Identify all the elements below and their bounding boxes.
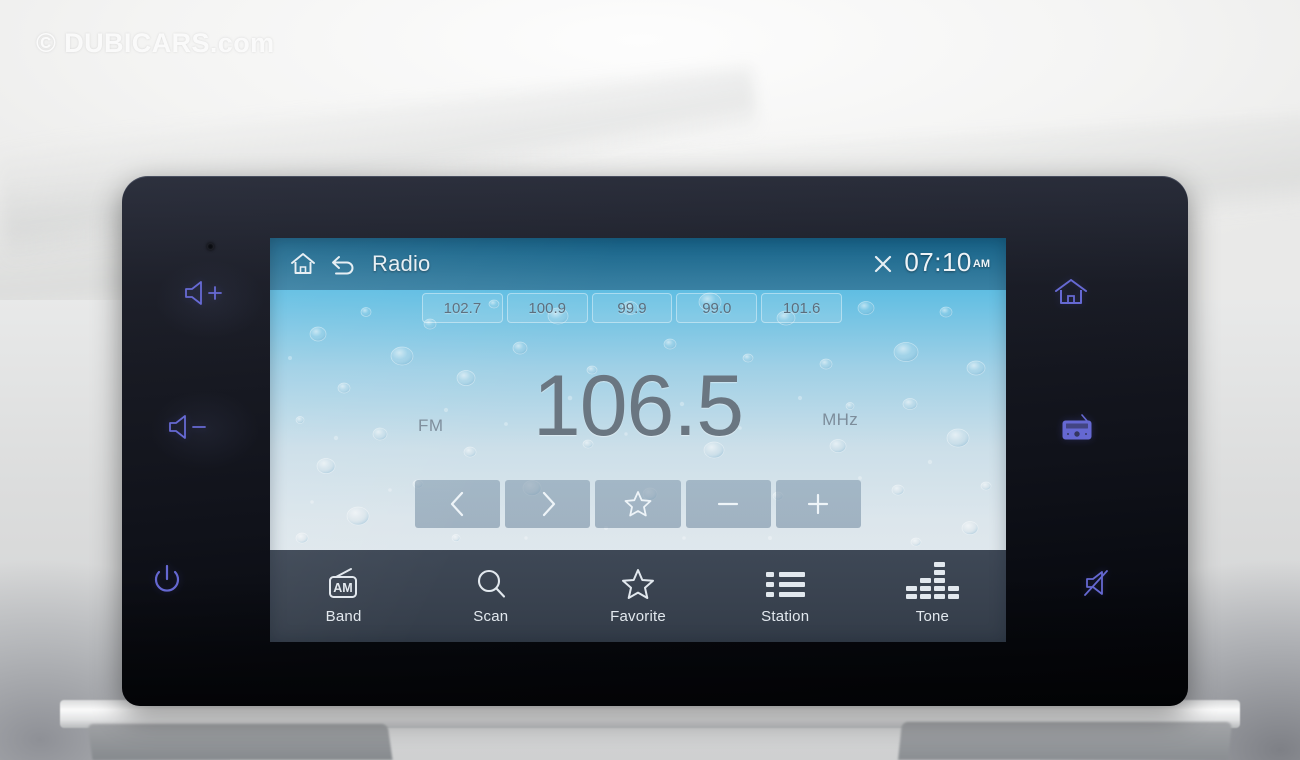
nav-item-favorite[interactable]: Favorite — [564, 550, 711, 642]
equalizer-column — [947, 586, 959, 599]
radio-band-am-icon: AM — [328, 568, 357, 598]
home-hardware-button[interactable] — [1052, 276, 1090, 313]
list-icon-row — [765, 591, 805, 597]
minus-icon — [718, 502, 739, 506]
list-icon-row — [765, 581, 805, 587]
equalizer-column — [919, 578, 931, 599]
home-icon — [291, 253, 315, 274]
frequency-display: FM 106.5 MHz — [270, 348, 1006, 463]
chevron-left-icon — [450, 491, 463, 517]
chevron-right-icon — [542, 491, 555, 517]
titlebar-back-button[interactable] — [326, 247, 360, 281]
search-icon — [477, 569, 505, 598]
list-icon-row — [765, 571, 805, 577]
list-icon-wrap — [765, 567, 805, 601]
star-icon-wrap — [621, 567, 655, 601]
mute-button[interactable] — [1083, 568, 1119, 603]
preset-button-3[interactable]: 99.9 — [591, 293, 673, 323]
home-icon — [1055, 279, 1087, 304]
tune-up-button[interactable] — [775, 480, 862, 528]
volume-up-button[interactable] — [182, 278, 228, 313]
tuner-control-row — [415, 480, 862, 528]
volume-down-icon — [169, 415, 206, 439]
equalizer-column — [905, 586, 917, 599]
nav-label-band: Band — [325, 608, 362, 625]
frequency-unit-label: MHz — [822, 410, 858, 429]
clock-time: 07:10 — [904, 247, 972, 277]
nav-item-tone[interactable]: Tone — [859, 550, 1006, 642]
star-icon — [622, 569, 654, 599]
nav-label-favorite: Favorite — [610, 608, 666, 625]
preset-station-row: 102.7 100.9 99.9 99.0 101.6 — [422, 293, 842, 323]
screen-title-bar: Radio 07:10 AM — [270, 238, 1006, 290]
previous-station-button[interactable] — [415, 480, 501, 528]
star-icon — [624, 491, 652, 517]
clock-meridiem: AM — [972, 258, 990, 270]
list-icon — [765, 571, 805, 597]
preset-button-5[interactable]: 101.6 — [761, 293, 842, 323]
band-label: FM — [418, 416, 444, 435]
page-title: Radio — [372, 251, 431, 276]
volume-down-button[interactable] — [166, 412, 212, 447]
power-icon — [154, 564, 180, 592]
nav-item-scan[interactable]: Scan — [417, 550, 564, 642]
preset-button-2[interactable]: 100.9 — [506, 293, 588, 323]
dashboard-right-panel — [898, 722, 1232, 760]
plus-icon — [808, 493, 829, 515]
equalizer-icon — [905, 562, 959, 599]
light-sensor-dot — [207, 243, 214, 250]
nav-label-tone: Tone — [915, 608, 950, 625]
nav-item-station[interactable]: Station — [712, 550, 859, 642]
radio-band-am-icon-wrap: AM — [324, 567, 364, 601]
preset-button-1[interactable]: 102.7 — [422, 293, 503, 323]
close-x-icon — [875, 255, 892, 273]
nav-label-scan: Scan — [473, 608, 509, 625]
titlebar-right-group: 07:10 AM — [866, 247, 990, 281]
preset-button-4[interactable]: 99.0 — [676, 293, 758, 323]
back-arrow-icon — [332, 256, 354, 275]
add-favorite-button[interactable] — [595, 480, 681, 528]
car-interior-scene: © DUBICARS.com Radio 07:10 AM 102.7 100.… — [0, 0, 1300, 760]
next-station-button[interactable] — [505, 480, 591, 528]
nav-label-station: Station — [761, 608, 810, 625]
watermark-dubicars: © DUBICARS.com — [36, 28, 275, 58]
dashboard-left-panel — [87, 724, 393, 760]
frequency-value: 106.5 — [532, 357, 744, 454]
infotainment-screen: Radio 07:10 AM 102.7 100.9 99.9 99.0 101… — [270, 238, 1006, 642]
svg-text:AM: AM — [333, 581, 352, 595]
volume-up-icon — [185, 281, 222, 305]
search-icon-wrap — [474, 567, 508, 601]
radio-icon — [1062, 414, 1092, 440]
titlebar-home-button[interactable] — [286, 247, 320, 281]
bottom-navigation-bar: AM Band Scan Favorite Station Tone — [270, 550, 1006, 642]
radio-hardware-button[interactable] — [1060, 412, 1094, 447]
equalizer-column — [933, 562, 945, 599]
tune-down-button[interactable] — [685, 480, 771, 528]
power-button[interactable] — [151, 563, 183, 602]
mute-icon — [1084, 570, 1108, 596]
close-button[interactable] — [866, 247, 900, 281]
equalizer-icon-wrap — [905, 562, 959, 601]
nav-item-band[interactable]: AM Band — [270, 550, 417, 642]
